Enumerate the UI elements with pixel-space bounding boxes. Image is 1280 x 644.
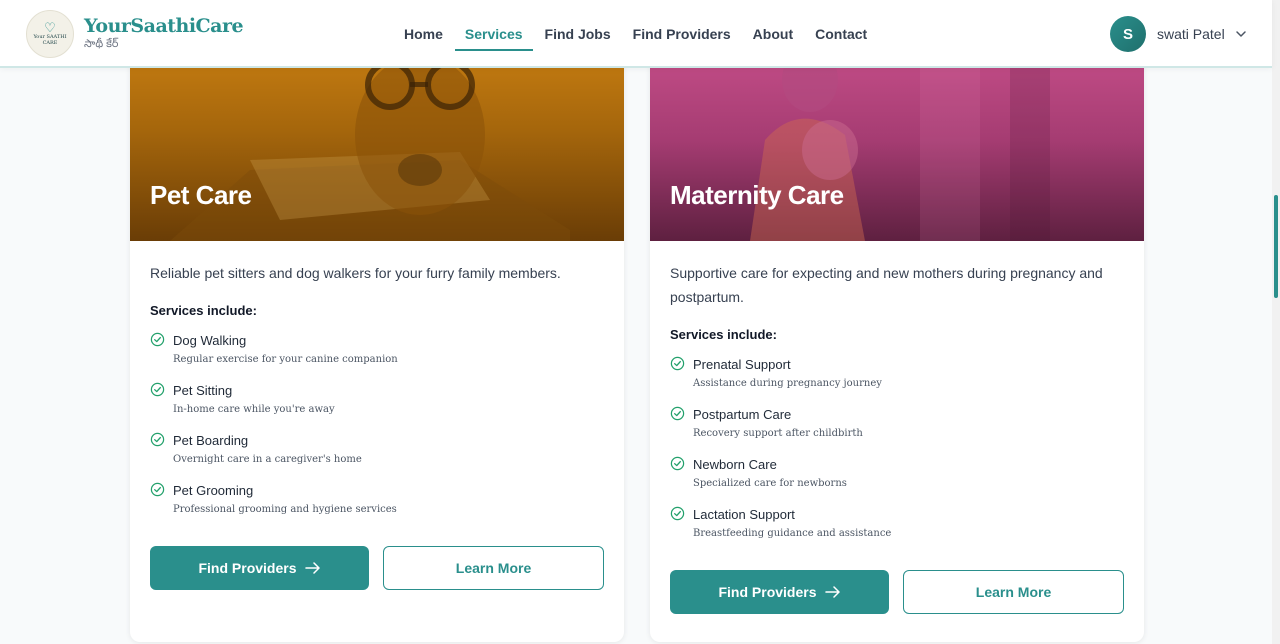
find-providers-button[interactable]: Find Providers xyxy=(670,570,889,614)
site-header: ♡ Your SAATHI CARE YourSaathiCare సాథీ క… xyxy=(0,0,1272,68)
main-nav: Home Services Find Jobs Find Providers A… xyxy=(393,0,878,68)
check-circle-icon xyxy=(150,432,165,447)
brand-logo[interactable]: ♡ Your SAATHI CARE YourSaathiCare సాథీ క… xyxy=(26,10,244,58)
list-item: Prenatal Support Assistance during pregn… xyxy=(670,356,1124,406)
nav-about[interactable]: About xyxy=(742,17,804,51)
logo-badge-icon: ♡ Your SAATHI CARE xyxy=(26,10,74,58)
card-banner-image: Maternity Care xyxy=(650,40,1144,241)
check-circle-icon xyxy=(150,482,165,497)
arrow-right-icon xyxy=(824,586,840,598)
arrow-right-icon xyxy=(304,562,320,574)
nav-find-jobs[interactable]: Find Jobs xyxy=(534,17,622,51)
service-name: Lactation Support xyxy=(693,507,795,522)
card-title: Pet Care xyxy=(150,180,252,210)
learn-more-button[interactable]: Learn More xyxy=(903,570,1124,614)
list-item: Lactation Support Breastfeeding guidance… xyxy=(670,506,1124,556)
services-include-heading: Services include: xyxy=(670,327,777,342)
service-detail: Overnight care in a caregiver's home xyxy=(173,454,362,465)
nav-home[interactable]: Home xyxy=(393,17,454,51)
find-providers-button[interactable]: Find Providers xyxy=(150,546,369,590)
card-banner-image: Pet Care xyxy=(130,40,624,241)
nav-contact[interactable]: Contact xyxy=(804,17,878,51)
service-name: Postpartum Care xyxy=(693,407,792,422)
check-circle-icon xyxy=(670,356,685,371)
brand-name: YourSaathiCare xyxy=(84,15,244,37)
list-item: Pet Grooming Professional grooming and h… xyxy=(150,482,604,532)
card-description: Supportive care for expecting and new mo… xyxy=(670,265,1103,305)
brand-tagline: సాథీ కేర్ xyxy=(84,38,119,50)
chevron-down-icon[interactable] xyxy=(1235,28,1247,40)
service-name: Newborn Care xyxy=(693,457,777,472)
check-circle-icon xyxy=(670,406,685,421)
service-detail: Recovery support after childbirth xyxy=(693,428,863,439)
service-list: Prenatal Support Assistance during pregn… xyxy=(670,356,1124,556)
check-circle-icon xyxy=(150,382,165,397)
service-card-pet-care: Pet Care Reliable pet sitters and dog wa… xyxy=(130,40,624,642)
list-item: Postpartum Care Recovery support after c… xyxy=(670,406,1124,456)
service-detail: Breastfeeding guidance and assistance xyxy=(693,528,892,539)
list-item: Pet Sitting In-home care while you're aw… xyxy=(150,382,604,432)
learn-more-button[interactable]: Learn More xyxy=(383,546,604,590)
check-circle-icon xyxy=(670,506,685,521)
user-menu[interactable]: S swati Patel xyxy=(1110,16,1247,52)
check-circle-icon xyxy=(150,332,165,347)
card-title: Maternity Care xyxy=(670,180,844,210)
services-include-heading: Services include: xyxy=(150,303,257,318)
service-detail: Assistance during pregnancy journey xyxy=(693,378,882,389)
service-name: Pet Grooming xyxy=(173,483,254,498)
list-item: Dog Walking Regular exercise for your ca… xyxy=(150,332,604,382)
service-name: Dog Walking xyxy=(173,333,247,348)
nav-find-providers[interactable]: Find Providers xyxy=(622,17,742,51)
service-card-maternity-care: Maternity Care Supportive care for expec… xyxy=(650,40,1144,642)
service-name: Pet Boarding xyxy=(173,433,249,448)
card-description: Reliable pet sitters and dog walkers for… xyxy=(150,265,561,281)
service-detail: In-home care while you're away xyxy=(173,404,335,415)
nav-services[interactable]: Services xyxy=(454,17,534,51)
user-name[interactable]: swati Patel xyxy=(1157,26,1225,42)
list-item: Pet Boarding Overnight care in a caregiv… xyxy=(150,432,604,482)
service-detail: Specialized care for newborns xyxy=(693,478,847,489)
avatar[interactable]: S xyxy=(1110,16,1146,52)
service-list: Dog Walking Regular exercise for your ca… xyxy=(150,332,604,532)
service-detail: Regular exercise for your canine compani… xyxy=(173,354,398,365)
service-name: Prenatal Support xyxy=(693,357,791,372)
service-detail: Professional grooming and hygiene servic… xyxy=(173,504,397,515)
service-name: Pet Sitting xyxy=(173,383,233,398)
scrollbar-thumb[interactable] xyxy=(1274,195,1278,298)
page-scrollbar[interactable] xyxy=(1272,0,1280,644)
check-circle-icon xyxy=(670,456,685,471)
list-item: Newborn Care Specialized care for newbor… xyxy=(670,456,1124,506)
